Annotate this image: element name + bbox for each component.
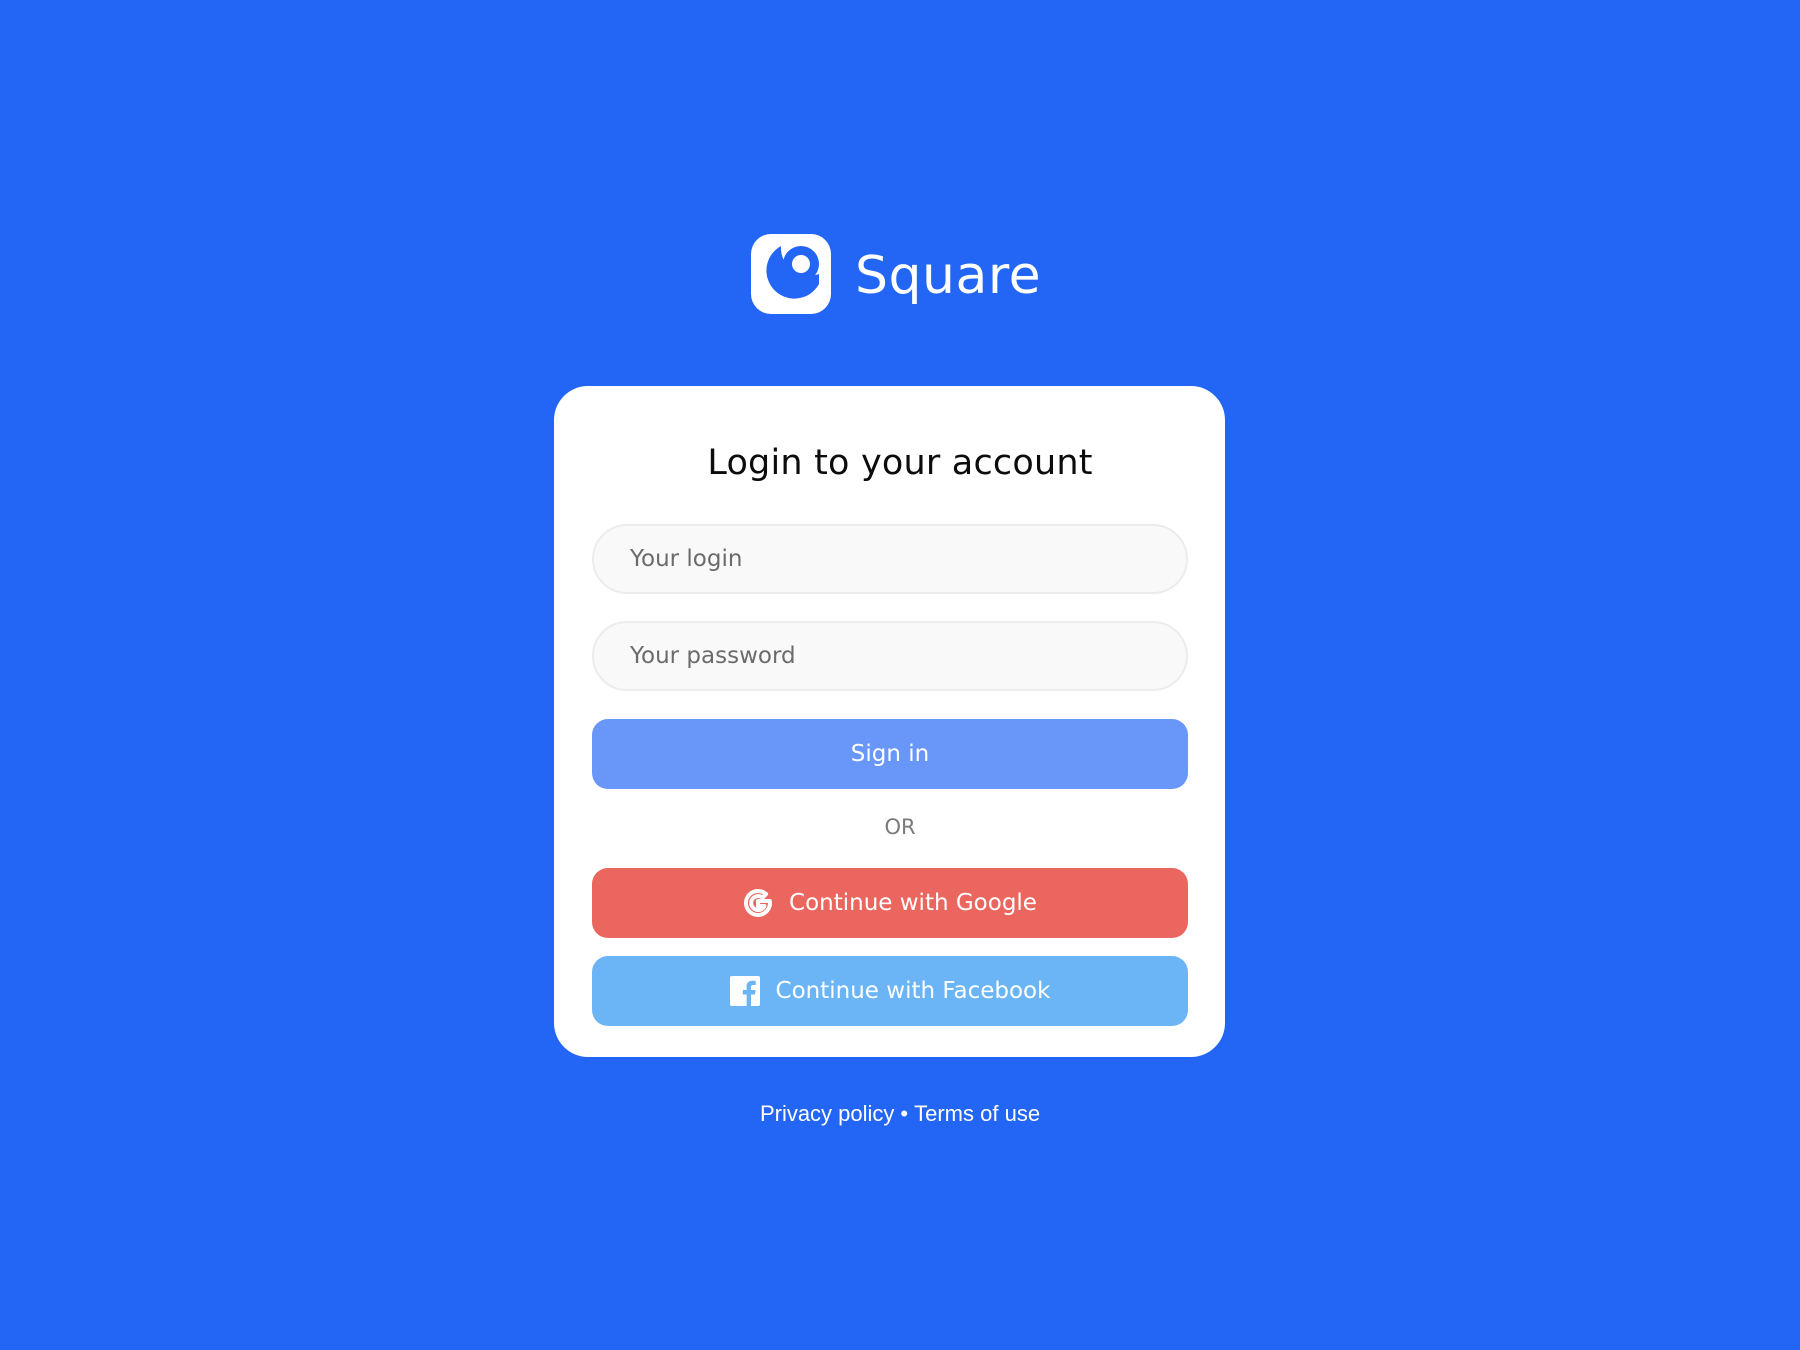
privacy-policy-link[interactable]: Privacy policy: [760, 1101, 894, 1126]
sign-in-button[interactable]: Sign in: [592, 719, 1188, 789]
facebook-button-label: Continue with Facebook: [775, 978, 1051, 1004]
terms-of-use-link[interactable]: Terms of use: [914, 1101, 1040, 1126]
google-button-label: Continue with Google: [789, 890, 1037, 916]
facebook-icon: [729, 976, 760, 1006]
brand-name: Square: [855, 246, 1042, 306]
google-icon: [744, 888, 772, 917]
password-input[interactable]: [592, 621, 1188, 691]
square-logo-icon: [751, 234, 831, 314]
or-divider: OR: [884, 815, 916, 839]
login-title: Login to your account: [707, 443, 1093, 483]
footer-links: Privacy policy • Terms of use: [0, 1101, 1800, 1127]
continue-with-facebook-button[interactable]: Continue with Facebook: [592, 956, 1188, 1026]
continue-with-google-button[interactable]: Continue with Google: [592, 868, 1188, 938]
brand: Square: [751, 234, 1041, 314]
sign-in-label: Sign in: [850, 741, 930, 767]
footer-separator: •: [900, 1101, 909, 1126]
login-input[interactable]: [592, 524, 1188, 594]
